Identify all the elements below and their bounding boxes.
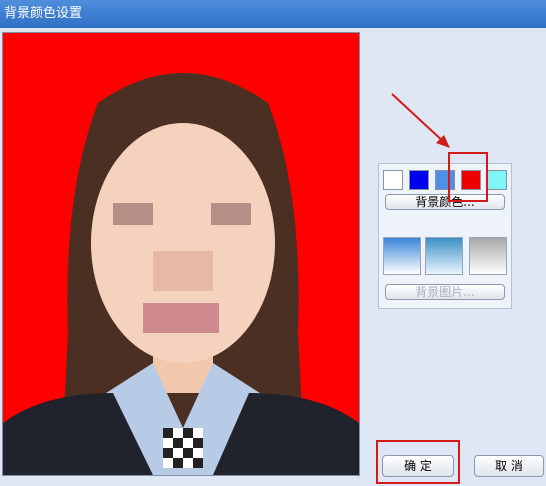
highlight-box-ok-button — [376, 440, 460, 484]
window-title: 背景颜色设置 — [4, 6, 83, 21]
gradient-teal-swatch[interactable] — [425, 237, 463, 275]
background-options-panel: 背景颜色... 背景图片... — [378, 163, 512, 309]
gradient-blue-swatch[interactable] — [383, 237, 421, 275]
background-image-button[interactable]: 背景图片... — [385, 284, 505, 300]
cancel-button[interactable]: 取 消 — [474, 455, 544, 477]
gradient-gray-swatch[interactable] — [469, 237, 507, 275]
background-image-button-label: 背景图片... — [415, 285, 475, 299]
window-title-bar: 背景颜色设置 — [0, 0, 546, 28]
highlight-box-red-swatch — [448, 152, 488, 202]
swatch-cyan[interactable] — [487, 170, 507, 190]
photo-preview — [2, 32, 360, 476]
swatch-white[interactable] — [383, 170, 403, 190]
annotation-arrow — [391, 93, 450, 148]
portrait-image — [3, 33, 359, 475]
swatch-blue[interactable] — [409, 170, 429, 190]
cancel-button-label: 取 消 — [495, 459, 523, 473]
